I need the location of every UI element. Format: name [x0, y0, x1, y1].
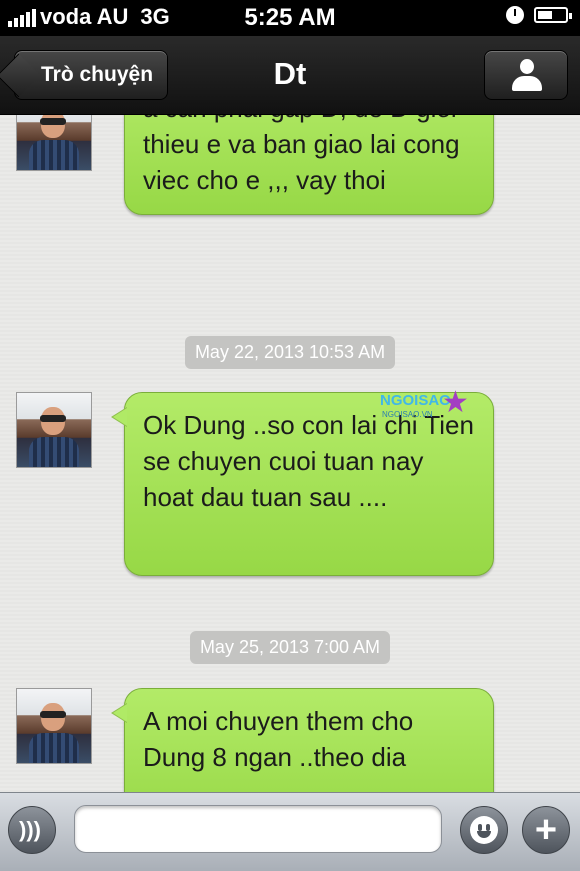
emoji-icon	[470, 816, 498, 844]
watermark-subtitle: NGOISAO.VN	[382, 410, 433, 419]
chat-thread[interactable]: a can phai gap D, de D gioi thieu e va b…	[0, 115, 580, 792]
contact-info-button[interactable]	[484, 50, 568, 100]
avatar[interactable]	[16, 115, 92, 171]
back-button[interactable]: Trò chuyện	[14, 50, 169, 100]
voice-icon: )))	[19, 817, 41, 842]
message-input[interactable]	[74, 805, 442, 853]
alarm-clock-icon	[506, 6, 524, 24]
status-icons	[506, 6, 572, 24]
star-icon: ★	[442, 386, 469, 419]
watermark-title: NGOISAO	[380, 392, 451, 409]
status-time: 5:25 AM	[244, 4, 336, 31]
plus-icon: +	[534, 809, 558, 851]
avatar[interactable]	[16, 392, 92, 468]
timestamp: May 22, 2013 10:53 AM	[0, 336, 580, 369]
timestamp-label: May 22, 2013 10:53 AM	[184, 336, 396, 369]
navigation-bar: Trò chuyện Dt	[0, 36, 580, 115]
message-bubble[interactable]: a can phai gap D, de D gioi thieu e va b…	[124, 115, 494, 215]
watermark-logo: NGOISAO NGOISAO.VN ★	[380, 386, 476, 426]
message-text: a can phai gap D, de D gioi thieu e va b…	[143, 115, 460, 195]
timestamp-label: May 25, 2013 7:00 AM	[189, 631, 391, 664]
avatar[interactable]	[16, 688, 92, 764]
status-bar: voda AU 3G 5:25 AM	[0, 0, 580, 36]
battery-icon	[534, 7, 572, 23]
message-bubble[interactable]: A moi chuyen them cho Dung 8 ngan ..theo…	[111, 688, 494, 792]
voice-button[interactable]: )))	[8, 806, 56, 854]
back-button-label: Trò chuyện	[41, 63, 154, 86]
attach-button[interactable]: +	[522, 806, 570, 854]
timestamp: May 25, 2013 7:00 AM	[0, 631, 580, 664]
message-input-bar: ))) +	[0, 792, 580, 871]
person-icon	[511, 59, 543, 91]
emoji-button[interactable]	[460, 806, 508, 854]
message-text: A moi chuyen them cho Dung 8 ngan ..theo…	[143, 706, 414, 772]
